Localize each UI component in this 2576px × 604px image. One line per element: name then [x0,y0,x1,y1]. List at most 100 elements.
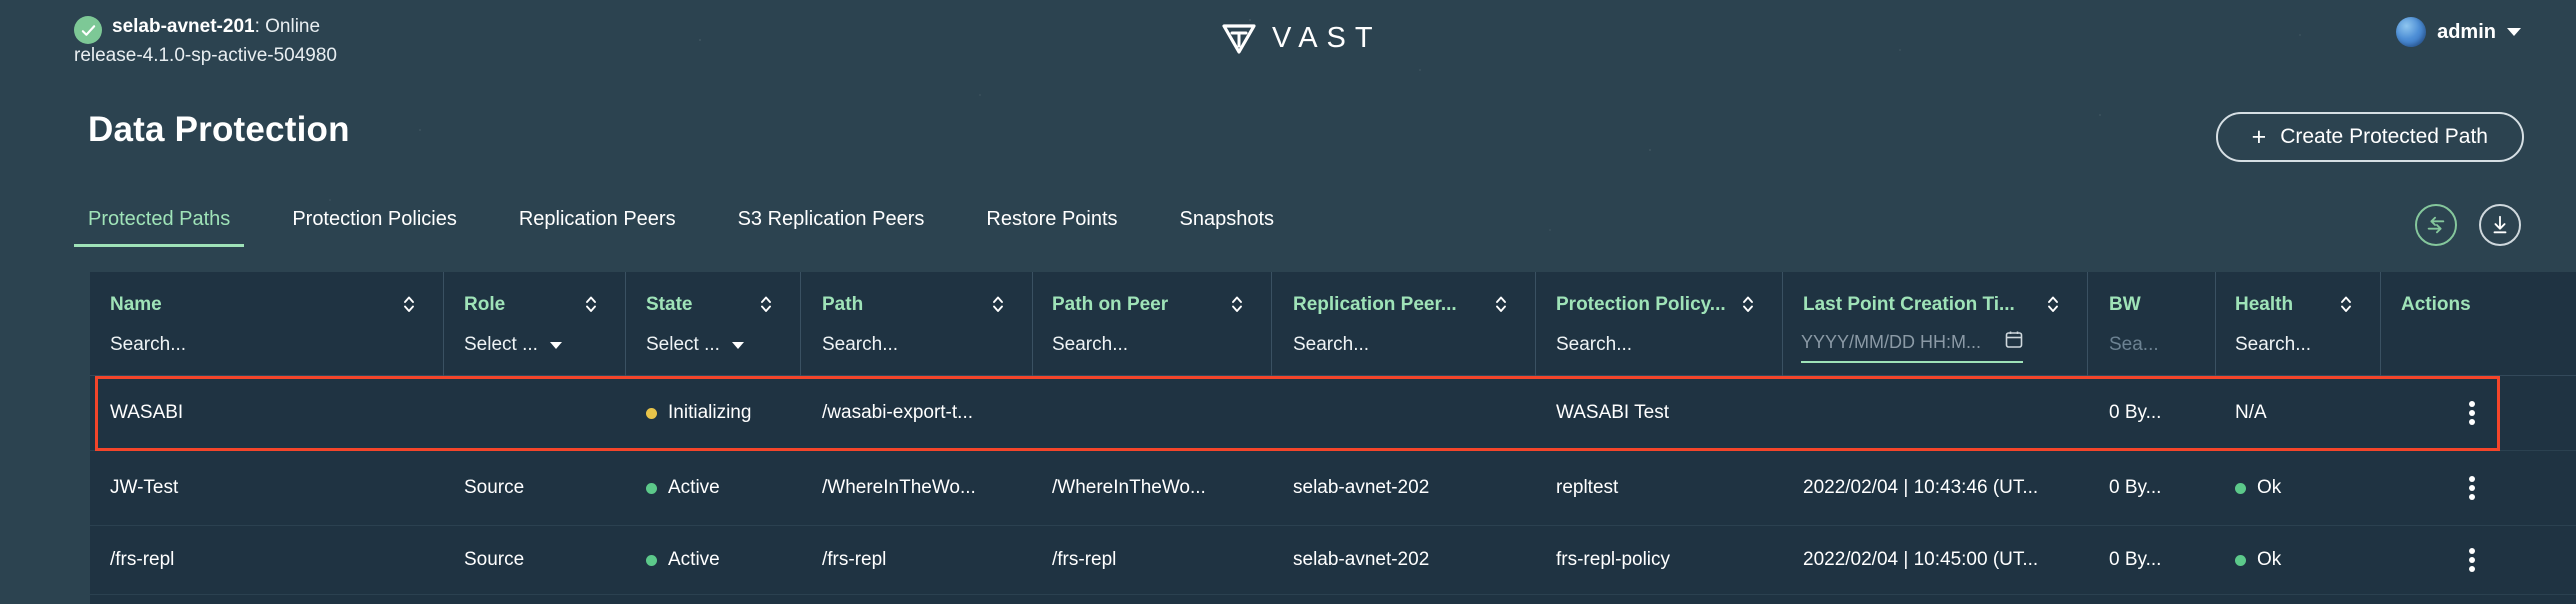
sort-arrows-icon[interactable] [991,294,1005,314]
table-column-name: Name Search... [90,272,444,376]
table-header-row: Name Search... Role Select ... State Select .… [90,272,2576,376]
sort-arrows-icon[interactable] [759,294,773,314]
sort-arrows-icon[interactable] [2339,294,2353,314]
filter-placeholder: Search... [1293,334,1370,355]
tab-restore-points[interactable]: Restore Points [986,208,1117,247]
cell-text: /WhereInTheWo... [822,477,976,498]
sort-arrows-icon[interactable] [584,294,598,314]
sort-arrows-icon[interactable] [1230,294,1244,314]
column-header-label[interactable]: Replication Peer... [1293,294,1457,316]
tab-s3-replication-peers[interactable]: S3 Replication Peers [738,208,925,247]
column-header-label[interactable]: Name [110,294,162,316]
column-header-label[interactable]: Last Point Creation Ti... [1803,294,2015,316]
health-status-dot [2235,482,2246,494]
cell-text: 0 By... [2109,549,2162,570]
cell-last-point-creation: 2022/02/04 | 10:45:00 (UT... [1783,526,2088,594]
cell-text: Source [464,549,525,570]
cell-state: Active [626,451,801,525]
user-menu[interactable]: admin [2396,17,2521,47]
cell-health: Ok [2215,451,2381,525]
kebab-menu-icon[interactable] [2469,473,2476,503]
create-protected-path-button[interactable]: + Create Protected Path [2215,112,2524,162]
cell-path: /WhereInTheWo... [802,451,1033,525]
tab-label: S3 Replication Peers [737,208,925,230]
column-header-label[interactable]: Path [822,294,863,316]
column-search-input[interactable]: Sea... [2109,334,2159,356]
column-header-label[interactable]: Actions [2401,294,2471,316]
column-search-input[interactable]: Search... [822,334,898,356]
cell-text: selab-avnet-202 [1293,549,1430,570]
column-header-label[interactable]: Protection Policy... [1556,294,1726,316]
column-search-input[interactable]: Search... [2235,334,2311,356]
table-column-path: Path Search... [802,272,1033,376]
vast-triangle-logo [1222,23,1256,54]
cell-name: JW-Test [90,451,444,525]
cell-protection-policy: frs-repl-policy [1536,526,1783,594]
chevron-down-icon [2507,28,2521,36]
cell-path: /frs-repl [802,526,1033,594]
calendar-icon[interactable] [2005,330,2023,354]
sort-arrows-icon[interactable] [2046,294,2060,314]
filter-placeholder: Search... [110,334,187,355]
cell-name: /frs-repl [90,526,444,594]
kebab-menu-icon[interactable] [2469,398,2476,428]
column-search-input[interactable]: Search... [1556,334,1632,356]
column-search-input[interactable]: Search... [1052,334,1128,356]
state-status-dot [646,407,657,419]
tab-snapshots[interactable]: Snapshots [1180,208,1275,247]
cell-text: 0 By... [2109,477,2162,498]
table-row[interactable]: /frs-repl Source Active/frs-repl/frs-repl s… [90,526,2576,595]
cell-path: /wasabi-export-t... [802,376,1033,450]
column-header-label[interactable]: State [646,294,692,316]
cell-health: Ok [2215,526,2381,594]
table-column-actions: Actions [2381,272,2576,376]
cell-path-on-peer: /WhereInTheWo... [1032,451,1272,525]
column-header-label[interactable]: Health [2235,294,2293,316]
cell-text: 2022/02/04 | 10:45:00 (UT... [1803,549,2039,570]
table-column-replication-peer: Replication Peer... Search... [1273,272,1536,376]
cell-text: WASABI Test [1556,402,1669,423]
sort-arrows-icon[interactable] [402,294,416,314]
column-select-filter[interactable]: Select ... [464,334,562,356]
cluster-release-version: release-4.1.0-sp-active-504980 [74,45,337,66]
data-protection-page: selab-avnet-201: Online release-4.1.0-sp… [0,0,2576,604]
cell-text: N/A [2235,402,2267,423]
column-search-input[interactable]: Search... [1293,334,1369,356]
cell-text: /WhereInTheWo... [1052,477,1206,498]
filter-placeholder: Search... [1052,334,1129,355]
table-column-bw: BW Sea... [2089,272,2216,376]
cell-path-on-peer [1032,376,1272,450]
cell-replication-peer [1273,376,1536,450]
column-header-label[interactable]: BW [2109,294,2141,316]
cell-name: WASABI [90,376,444,450]
table-row[interactable]: JW-Test Source Active/WhereInTheWo... /Wher… [90,451,2576,526]
table-column-health: Health Search... [2215,272,2381,376]
tab-protection-policies[interactable]: Protection Policies [292,208,457,247]
filter-placeholder: Select ... [464,334,538,355]
column-header-label[interactable]: Role [464,294,505,316]
column-search-input[interactable]: Search... [110,334,186,356]
cell-text: Initializing [668,402,752,423]
refresh-sync-icon[interactable] [2415,204,2457,246]
column-header-label[interactable]: Path on Peer [1052,294,1168,316]
sort-arrows-icon[interactable] [1494,294,1508,314]
vast-logo: VAST [1222,22,1382,55]
sort-arrows-icon[interactable] [1741,294,1755,314]
tab-label: Snapshots [1179,208,1275,230]
check-circle-icon [74,16,102,44]
chevron-down-icon [731,341,744,349]
download-icon[interactable] [2479,204,2521,246]
cell-last-point-creation: 2022/02/04 | 10:43:46 (UT... [1783,451,2088,525]
filter-placeholder: Search... [2235,334,2312,355]
table-row[interactable]: WASABI Initializing/wasabi-export-t... WAS… [90,376,2576,451]
vast-wordmark: VAST [1272,22,1382,54]
date-filter-input[interactable]: YYYY/MM/DD HH:M... [1801,330,2023,363]
tab-protected-paths[interactable]: Protected Paths [73,208,245,247]
user-name-label: admin [2437,20,2496,43]
column-select-filter[interactable]: Select ... [646,334,744,356]
state-status-dot [646,482,657,494]
tab-replication-peers[interactable]: Replication Peers [519,208,676,247]
top-status-bar: selab-avnet-201: Online release-4.1.0-sp… [0,0,2576,66]
filter-placeholder: Sea... [2109,334,2159,355]
kebab-menu-icon[interactable] [2469,545,2476,575]
